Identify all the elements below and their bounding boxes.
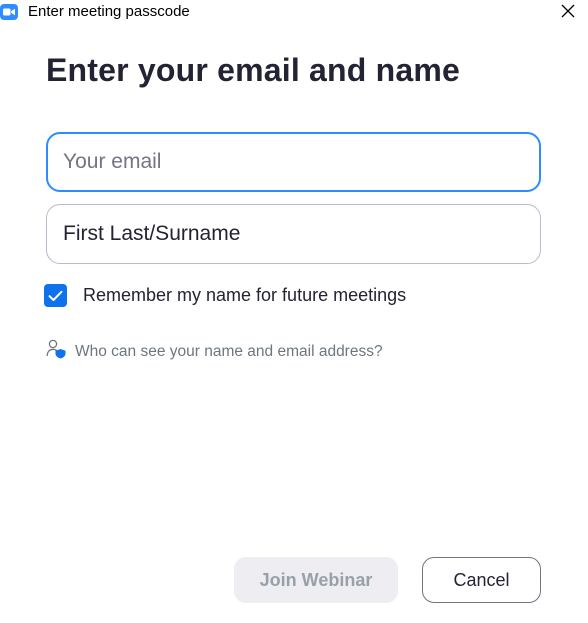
user-shield-icon [46, 339, 67, 364]
page-title: Enter your email and name [46, 52, 461, 88]
remember-name-label: Remember my name for future meetings [83, 285, 407, 305]
name-field[interactable] [46, 204, 541, 264]
close-button[interactable] [554, 0, 582, 26]
remember-name-option[interactable]: Remember my name for future meetings [44, 284, 406, 307]
close-icon [560, 3, 576, 24]
privacy-info-link[interactable]: Who can see your name and email address? [46, 339, 383, 364]
remember-name-checkbox[interactable] [44, 284, 67, 307]
email-field[interactable] [46, 132, 541, 192]
join-webinar-button[interactable]: Join Webinar [234, 557, 398, 603]
window-title: Enter meeting passcode [28, 3, 190, 20]
dialog-window: Enter meeting passcode Enter your email … [0, 0, 588, 623]
title-bar: Enter meeting passcode [0, 0, 588, 28]
privacy-info-label: Who can see your name and email address? [75, 342, 383, 360]
cancel-button[interactable]: Cancel [422, 557, 541, 603]
video-camera-icon [0, 4, 18, 20]
